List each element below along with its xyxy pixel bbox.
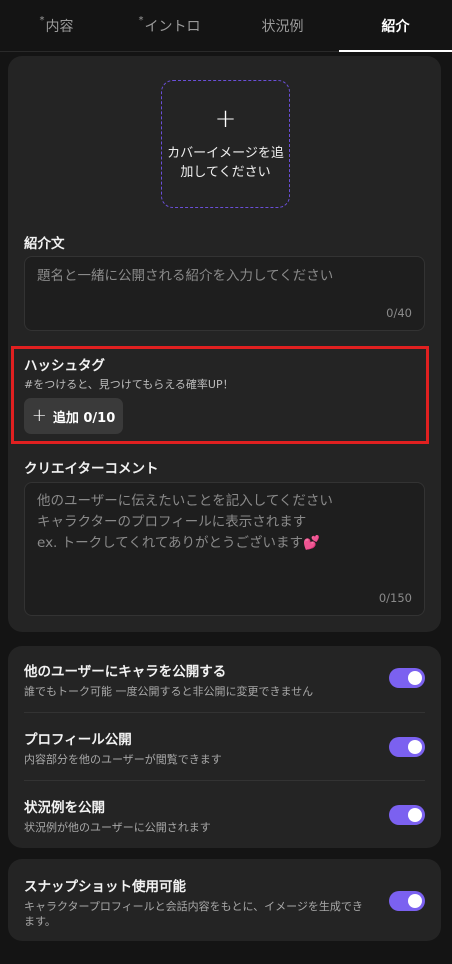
creator-comment-placeholder: 他のユーザーに伝えたいことを記入してください キャラクターのプロフィールに表示さ… xyxy=(37,491,333,554)
setting-title: 状況例を公開 xyxy=(24,800,105,816)
situation-public-toggle[interactable] xyxy=(389,805,425,825)
setting-public-character: 他のユーザーにキャラを公開する 誰でもトーク可能 一度公開すると非公開に変更でき… xyxy=(24,660,425,699)
tab-intro[interactable]: * イントロ xyxy=(113,0,226,51)
tab-label: 内容 xyxy=(45,18,74,35)
profile-public-toggle[interactable] xyxy=(389,737,425,757)
divider xyxy=(24,712,425,713)
intro-text-counter: 0/40 xyxy=(386,306,412,320)
setting-title: プロフィール公開 xyxy=(24,732,132,748)
setting-snapshot: スナップショット使用可能 キャラクタープロフィールと会話内容をもとに、イメージを… xyxy=(24,875,425,929)
tab-situation-examples[interactable]: 状況例 xyxy=(226,0,339,51)
cover-image-upload-button[interactable]: + カバーイメージを追加してください xyxy=(161,80,290,208)
setting-title: スナップショット使用可能 xyxy=(24,879,186,895)
introduction-card: + カバーイメージを追加してください 紹介文 題名と一緒に公開される紹介を入力し… xyxy=(8,56,441,632)
tab-bar: * 内容 * イントロ 状況例 紹介 xyxy=(0,0,452,52)
creator-comment-counter: 0/150 xyxy=(378,591,412,605)
placeholder-line-text: ex. トークしてくれてありがとうございます xyxy=(37,535,304,551)
tab-label: 状況例 xyxy=(261,18,304,35)
creator-comment-label: クリエイターコメント xyxy=(24,461,159,477)
setting-situation-public: 状況例を公開 状況例が他のユーザーに公開されます xyxy=(24,796,425,835)
toggle-knob xyxy=(408,808,422,822)
divider xyxy=(24,780,425,781)
placeholder-line: 他のユーザーに伝えたいことを記入してください xyxy=(37,493,333,509)
setting-title: 他のユーザーにキャラを公開する xyxy=(24,664,227,680)
tab-introduction[interactable]: 紹介 xyxy=(339,0,452,52)
required-mark: * xyxy=(138,15,144,26)
required-mark: * xyxy=(39,15,45,26)
visibility-settings-card: 他のユーザーにキャラを公開する 誰でもトーク可能 一度公開すると非公開に変更でき… xyxy=(8,646,441,848)
snapshot-settings-card: スナップショット使用可能 キャラクタープロフィールと会話内容をもとに、イメージを… xyxy=(8,859,441,941)
public-character-toggle[interactable] xyxy=(389,668,425,688)
heart-icon: 💕 xyxy=(303,535,320,551)
tab-label: イントロ xyxy=(144,18,201,35)
setting-profile-public: プロフィール公開 内容部分を他のユーザーが閲覧できます xyxy=(24,728,425,767)
tab-label: 紹介 xyxy=(381,18,410,35)
placeholder-line: キャラクターのプロフィールに表示されます xyxy=(37,514,307,530)
setting-description: 内容部分を他のユーザーが閲覧できます xyxy=(24,753,222,766)
intro-text-input[interactable]: 題名と一緒に公開される紹介を入力してください 0/40 xyxy=(24,256,425,331)
snapshot-toggle[interactable] xyxy=(389,891,425,911)
setting-description: キャラクタープロフィールと会話内容をもとに、イメージを生成できます。 xyxy=(24,900,363,928)
cover-image-label: カバーイメージを追加してください xyxy=(167,146,284,180)
tab-content[interactable]: * 内容 xyxy=(0,0,113,51)
hashtag-highlight-frame xyxy=(11,346,429,444)
intro-text-label: 紹介文 xyxy=(24,236,65,252)
setting-description: 誰でもトーク可能 一度公開すると非公開に変更できません xyxy=(24,685,314,698)
setting-description: 状況例が他のユーザーに公開されます xyxy=(24,821,211,834)
toggle-knob xyxy=(408,894,422,908)
creator-comment-input[interactable]: 他のユーザーに伝えたいことを記入してください キャラクターのプロフィールに表示さ… xyxy=(24,482,425,616)
toggle-knob xyxy=(408,740,422,754)
intro-text-placeholder: 題名と一緒に公開される紹介を入力してください xyxy=(37,268,334,284)
toggle-knob xyxy=(408,671,422,685)
placeholder-line: ex. トークしてくれてありがとうございます💕 xyxy=(37,533,333,554)
plus-icon: + xyxy=(214,104,237,134)
